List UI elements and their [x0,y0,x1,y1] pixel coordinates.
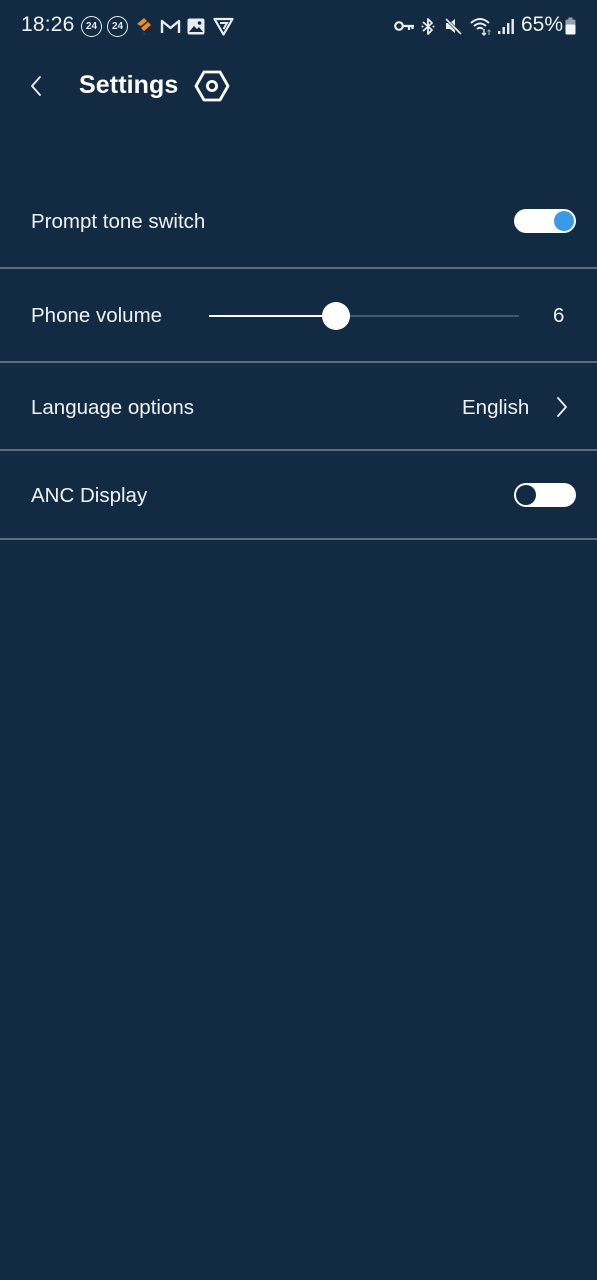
mute-icon [443,15,463,37]
phone-volume-slider[interactable] [209,302,519,330]
anc-display-label: ANC Display [31,484,148,507]
language-value: English [462,396,530,419]
language-options-row[interactable]: Language options English [0,363,597,451]
language-options-label: Language options [31,396,195,419]
signal-icon [496,15,516,37]
phone-volume-value: 6 [553,304,565,327]
battery-icon [564,15,576,37]
anc-display-toggle[interactable] [514,483,576,507]
prompt-tone-label: Prompt tone switch [31,210,206,233]
slider-fill [209,315,337,317]
hexagon-gear-button[interactable] [194,68,230,104]
page-title: Settings [79,71,179,99]
slider-thumb[interactable] [322,302,351,330]
status-time: 18:26 [21,13,75,36]
battery-percent: 65% [521,13,564,36]
gmail-icon [159,15,181,37]
vpn-shield-icon [212,15,234,37]
prompt-tone-toggle[interactable] [514,209,576,233]
toggle-knob [516,485,536,505]
chevron-left-icon [31,76,41,96]
phone-volume-row: Phone volume 6 [0,269,597,363]
wifi-icon [469,15,493,37]
prompt-tone-row: Prompt tone switch [0,176,597,269]
back-button[interactable] [22,70,50,102]
anc-display-row: ANC Display [0,451,597,540]
phone-volume-label: Phone volume [31,304,163,327]
chevron-right-icon [557,397,567,417]
status-bar: 18:26 24 24 65% [0,0,597,54]
orange-app-icon [133,15,155,37]
vpn-key-icon [393,15,415,37]
24-badge-icon: 24 [107,16,128,37]
app-header: Settings [0,54,597,118]
hexagon-gear-icon [194,70,230,102]
toggle-knob [554,211,574,231]
gallery-icon [186,15,206,37]
bluetooth-icon [420,15,436,37]
24-badge-icon: 24 [81,16,102,37]
